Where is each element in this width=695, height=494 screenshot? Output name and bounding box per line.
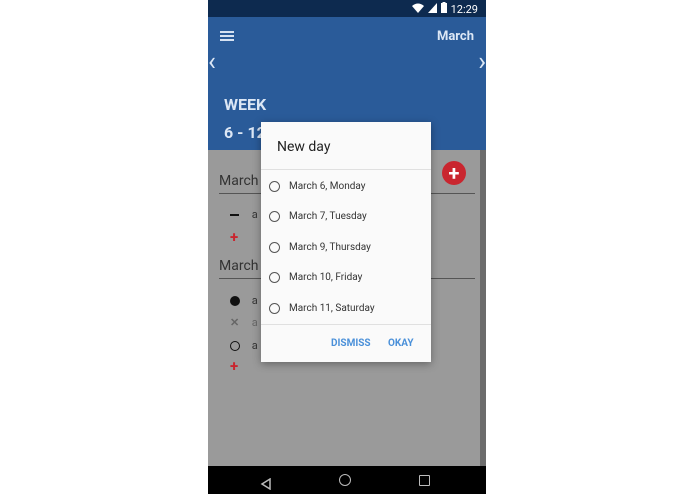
cross-icon: ✕ xyxy=(230,316,240,329)
dismiss-button[interactable]: DISMISS xyxy=(331,338,371,349)
dash-icon xyxy=(230,214,239,217)
scrollbar[interactable] xyxy=(480,150,486,466)
week-range: 6 - 12 xyxy=(224,123,266,142)
dialog-title: New day xyxy=(277,139,331,155)
divider xyxy=(261,324,431,325)
radio-icon xyxy=(269,271,280,283)
okay-button[interactable]: OKAY xyxy=(388,338,414,349)
task-item[interactable]: a xyxy=(230,339,258,352)
add-day-button[interactable]: + xyxy=(442,161,466,185)
option-march-11[interactable]: March 11, Saturday xyxy=(269,293,429,323)
signal-icon xyxy=(427,2,437,16)
menu-icon[interactable] xyxy=(220,31,234,41)
navigation-bar xyxy=(208,466,486,494)
task-item[interactable]: ✕ a xyxy=(230,316,258,329)
option-march-6[interactable]: March 6, Monday xyxy=(269,171,429,201)
task-item[interactable]: a xyxy=(230,208,258,221)
radio-icon xyxy=(269,302,280,314)
radio-icon xyxy=(269,210,280,222)
battery-icon xyxy=(440,2,447,16)
radio-icon xyxy=(269,241,280,253)
add-task-button[interactable]: + xyxy=(230,357,238,375)
week-label: WEEK xyxy=(224,95,267,114)
status-bar: 12:29 xyxy=(208,0,486,17)
prev-week-chevron-icon[interactable]: ‹ xyxy=(208,49,216,75)
radio-icon xyxy=(269,180,280,192)
clock-time: 12:29 xyxy=(450,2,478,16)
option-march-10[interactable]: March 10, Friday xyxy=(269,262,429,292)
add-task-button[interactable]: + xyxy=(230,228,238,246)
home-icon[interactable] xyxy=(339,474,351,486)
option-march-7[interactable]: March 7, Tuesday xyxy=(269,201,429,231)
task-item[interactable]: a xyxy=(230,294,258,307)
month-title: March xyxy=(436,29,474,44)
new-day-dialog: New day March 6, Monday March 7, Tuesday… xyxy=(261,122,431,362)
wifi-icon xyxy=(411,3,424,16)
divider xyxy=(261,169,431,170)
next-week-chevron-icon[interactable]: › xyxy=(478,49,486,75)
recent-apps-icon[interactable] xyxy=(419,475,430,486)
option-march-9[interactable]: March 9, Thursday xyxy=(269,232,429,262)
filled-circle-icon xyxy=(230,296,240,307)
back-icon[interactable] xyxy=(260,475,272,494)
empty-circle-icon xyxy=(230,341,240,352)
